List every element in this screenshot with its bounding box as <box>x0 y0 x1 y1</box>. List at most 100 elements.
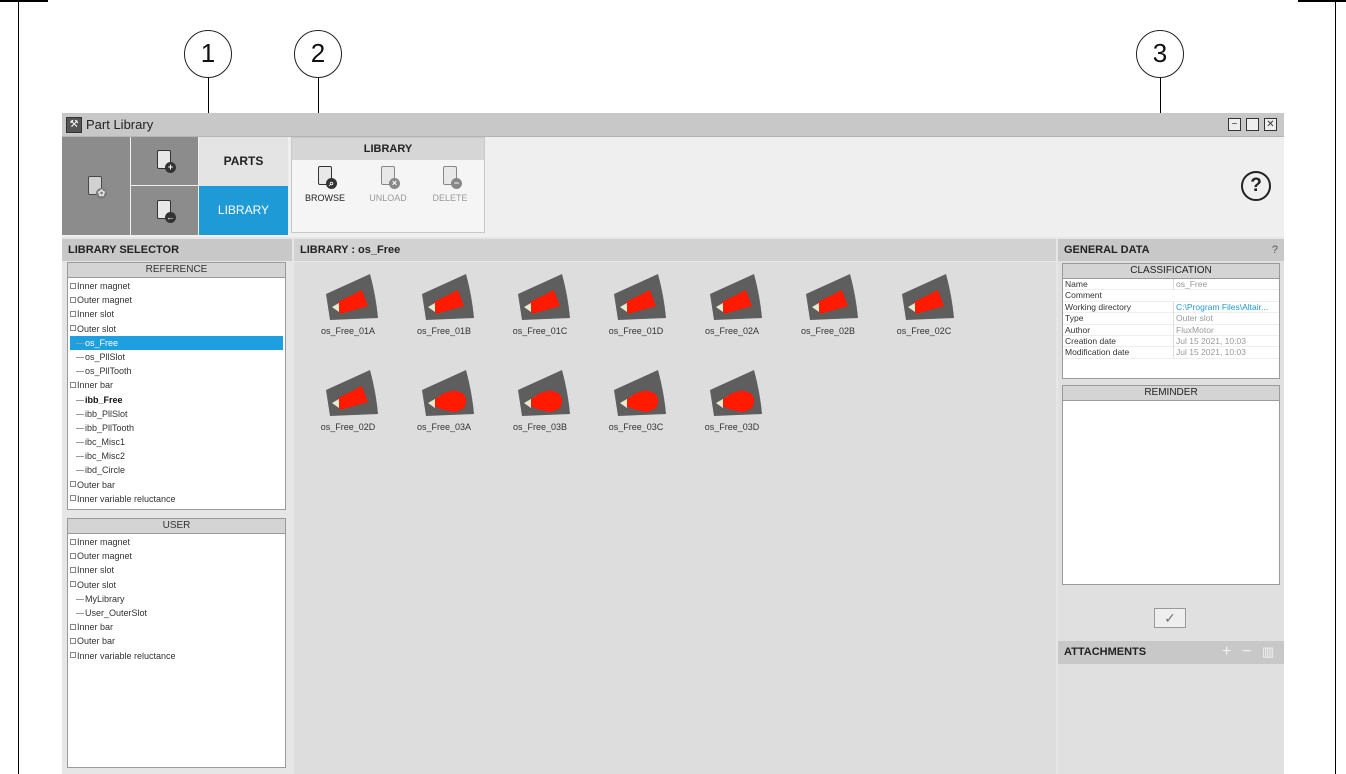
part-thumbnail[interactable]: os_Free_01C <box>496 272 584 336</box>
classification-key: Creation date <box>1065 335 1117 346</box>
tree-node-label: Inner slot <box>77 309 115 320</box>
minimize-button[interactable]: − <box>1228 118 1241 131</box>
part-thumbnail[interactable]: os_Free_03A <box>400 368 488 432</box>
tree-node[interactable]: ibb_Free <box>70 393 285 407</box>
part-thumbnail[interactable]: os_Free_02A <box>688 272 776 336</box>
check-icon: ✓ <box>1164 610 1176 626</box>
expand-icon[interactable] <box>70 495 76 502</box>
document-import-icon: ← <box>157 200 176 223</box>
tab-parts[interactable]: PARTS <box>199 137 288 186</box>
expand-icon[interactable] <box>70 552 76 559</box>
expand-icon[interactable] <box>70 623 76 630</box>
attachments-header: ATTACHMENTS + − ▥ <box>1058 641 1284 664</box>
part-thumbnail[interactable]: os_Free_02B <box>784 272 872 336</box>
part-thumbnail[interactable]: os_Free_02C <box>880 272 968 336</box>
tree-node[interactable]: Inner bar <box>70 620 285 634</box>
expand-icon[interactable] <box>70 581 76 588</box>
tree-node[interactable]: Outer slot <box>70 578 285 592</box>
tree-node[interactable]: os_PllTooth <box>70 364 285 378</box>
tree-node[interactable]: ibc_Misc2 <box>70 449 285 463</box>
tree-node[interactable]: os_PllSlot <box>70 350 285 364</box>
tree-node[interactable]: os_Free <box>70 335 283 350</box>
expand-icon[interactable] <box>70 282 76 289</box>
new-part-tile[interactable]: ✿ <box>62 137 130 235</box>
expand-icon[interactable] <box>70 381 76 388</box>
part-thumbnail[interactable]: os_Free_03C <box>592 368 680 432</box>
reminder-box[interactable]: REMINDER <box>1062 385 1280 585</box>
library-group-title: LIBRARY <box>292 138 484 160</box>
tab-library[interactable]: LIBRARY <box>199 186 288 235</box>
tree-node-label: Inner variable reluctance <box>77 650 176 661</box>
tree-node[interactable]: ibb_PllTooth <box>70 421 285 435</box>
expand-icon[interactable] <box>70 652 76 659</box>
attachments-title: ATTACHMENTS <box>1064 646 1147 658</box>
tree-node[interactable]: Inner variable reluctance <box>70 492 285 506</box>
tree-node[interactable]: Inner magnet <box>70 535 285 549</box>
tree-node[interactable]: Outer magnet <box>70 549 285 563</box>
browse-button[interactable]: ⌕ BROWSE <box>300 166 350 203</box>
maximize-button[interactable] <box>1246 118 1259 131</box>
slot-shape-icon <box>614 370 666 416</box>
tree-node[interactable]: MyLibrary <box>70 592 285 606</box>
slot-shape-icon <box>518 274 570 320</box>
tree-node[interactable]: User_OuterSlot <box>70 606 285 620</box>
expand-icon[interactable] <box>70 538 76 545</box>
part-thumbnail[interactable]: os_Free_01B <box>400 272 488 336</box>
tree-node[interactable]: Outer magnet <box>70 293 285 307</box>
classification-value[interactable]: C:\Program Files\Altair... <box>1173 301 1279 313</box>
expand-icon[interactable] <box>70 567 76 573</box>
part-thumbnail[interactable]: os_Free_03B <box>496 368 584 432</box>
tree-node-label: Inner variable reluctance <box>77 493 176 504</box>
import-part-tile[interactable]: ← <box>131 186 198 235</box>
tree-node[interactable]: Inner slot <box>70 563 285 577</box>
tree-node[interactable]: ibc_Misc1 <box>70 435 285 449</box>
parts-grid: os_Free_01A os_Free_01B os_Free_01C os_Free… <box>294 262 1056 774</box>
part-thumbnail[interactable]: os_Free_01A <box>304 272 392 336</box>
general-data-panel: GENERAL DATA ? CLASSIFICATION Name os_Fre… <box>1058 239 1284 774</box>
expand-icon[interactable] <box>70 481 76 488</box>
expand-icon[interactable] <box>70 296 76 303</box>
title-bar: ⚒ Part Library − ✕ <box>62 113 1284 137</box>
classification-value: os_Free <box>1173 279 1279 290</box>
tree-node[interactable]: Inner magnet <box>70 279 285 293</box>
part-label: os_Free_03B <box>512 422 568 432</box>
tree-node[interactable]: Inner variable reluctance <box>70 649 285 663</box>
tree-node[interactable]: ibb_PllSlot <box>70 407 285 421</box>
tree-node-label: os_PllTooth <box>85 366 132 377</box>
tree-node[interactable]: Outer slot <box>70 322 285 336</box>
part-thumbnail[interactable]: os_Free_01D <box>592 272 680 336</box>
unload-icon: × <box>381 166 400 189</box>
trash-icon[interactable]: ▥ <box>1262 643 1274 661</box>
add-part-tile[interactable]: + <box>131 137 198 185</box>
library-selector-header: LIBRARY SELECTOR <box>62 239 292 261</box>
slot-shape-icon <box>710 370 762 416</box>
unload-button[interactable]: × UNLOAD <box>363 166 413 203</box>
help-icon[interactable]: ? <box>1241 171 1271 201</box>
ribbon: ✿ + ← PARTS LIBRARY LIBRARY ⌕ BROWSE × U… <box>62 137 1284 237</box>
tree-node[interactable]: Inner slot <box>70 307 285 321</box>
expand-icon[interactable] <box>70 637 76 644</box>
tree-node-label: Inner magnet <box>77 281 131 291</box>
remove-attachment-button[interactable]: − <box>1242 643 1251 661</box>
general-data-help-icon[interactable]: ? <box>1272 239 1278 261</box>
reference-tree-header: REFERENCE <box>68 263 285 278</box>
tree-node[interactable]: Outer bar <box>70 478 285 492</box>
part-thumbnail[interactable]: os_Free_02D <box>304 368 392 432</box>
part-thumbnail[interactable]: os_Free_03D <box>688 368 776 432</box>
expand-icon[interactable] <box>70 311 76 317</box>
tree-node[interactable]: Inner bar <box>70 378 285 392</box>
tree-node[interactable]: Outer bar <box>70 634 285 648</box>
slot-shape-icon <box>422 370 474 416</box>
close-button[interactable]: ✕ <box>1264 118 1277 131</box>
part-label: os_Free_01C <box>512 326 568 336</box>
part-label: os_Free_01D <box>608 326 664 336</box>
part-label: os_Free_02C <box>896 326 952 336</box>
classification-row: Type Outer slot <box>1063 313 1279 325</box>
classification-value: Jul 15 2021, 10:03 <box>1173 335 1279 347</box>
tree-node[interactable]: ibd_Circle <box>70 463 285 477</box>
delete-icon: − <box>443 166 462 189</box>
delete-button[interactable]: − DELETE <box>425 166 475 203</box>
add-attachment-button[interactable]: + <box>1222 643 1231 661</box>
expand-icon[interactable] <box>70 325 76 332</box>
confirm-button[interactable]: ✓ <box>1154 608 1186 628</box>
